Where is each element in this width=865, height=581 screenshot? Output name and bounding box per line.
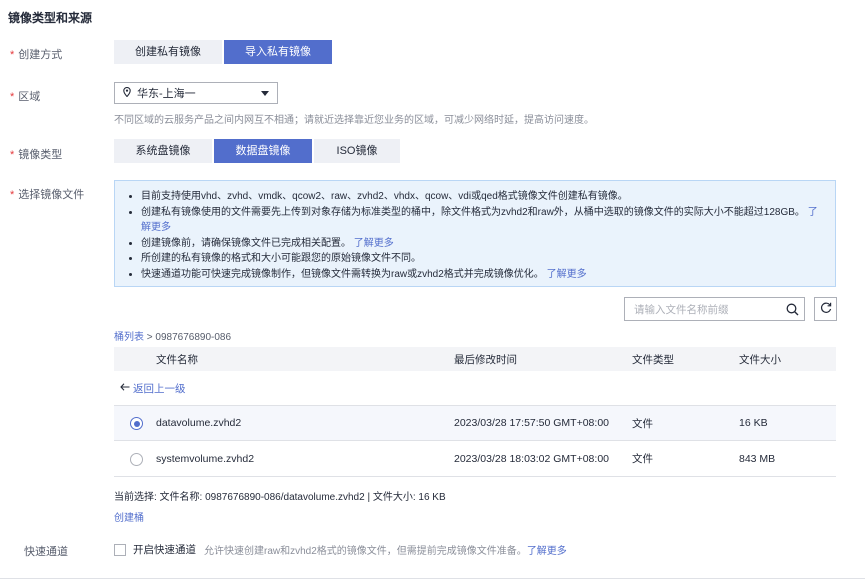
- refresh-icon: [820, 302, 832, 317]
- create-method-segment: 创建私有镜像 导入私有镜像: [114, 40, 334, 64]
- select-file-label: * 选择镜像文件: [10, 186, 84, 202]
- info-item: 所创建的私有镜像的格式和大小可能跟您的原始镜像文件不同。: [141, 251, 821, 267]
- back-link[interactable]: 返回上一级: [120, 381, 186, 396]
- fast-channel-learn-more-link[interactable]: 了解更多: [527, 542, 567, 557]
- back-link-label: 返回上一级: [133, 382, 186, 395]
- arrow-left-icon: [120, 382, 130, 394]
- modified-time-cell: 2023/03/28 17:57:50 GMT+08:00: [454, 417, 609, 429]
- info-item: 创建私有镜像使用的文件需要先上传到对象存储为标准类型的桶中，除文件格式为zvhd…: [141, 205, 821, 236]
- header-file-name: 文件名称: [156, 353, 198, 366]
- region-label-text: 区域: [18, 91, 41, 103]
- file-name: datavolume.zvhd2: [156, 417, 242, 429]
- info-box: 目前支持使用vhd、zvhd、vmdk、qcow2、raw、zvhd2、vhdx…: [114, 180, 836, 287]
- file-name: systemvolume.zvhd2: [156, 452, 255, 465]
- back-row: 返回上一级: [114, 371, 836, 406]
- required-mark: *: [10, 49, 15, 61]
- bottom-divider: [0, 578, 865, 579]
- info-text: 快速通道功能可快速完成镜像制作，但镜像文件需转换为raw或zvhd2格式并完成镜…: [141, 268, 544, 280]
- fast-channel-hint: 允许快速创建raw和zvhd2格式的镜像文件，但需提前完成镜像文件准备。: [204, 546, 527, 557]
- select-file-label-text: 选择镜像文件: [18, 189, 85, 201]
- required-mark: *: [10, 189, 15, 201]
- create-bucket-link[interactable]: 创建桶: [114, 509, 144, 524]
- required-mark: *: [10, 91, 15, 103]
- learn-more-link[interactable]: 了解更多: [354, 238, 394, 249]
- system-disk-image-button[interactable]: 系统盘镜像: [114, 139, 212, 163]
- import-private-image-button[interactable]: 导入私有镜像: [224, 40, 332, 64]
- fast-channel-row: 开启快速通道 允许快速创建raw和zvhd2格式的镜像文件，但需提前完成镜像文件…: [114, 542, 567, 557]
- breadcrumb-current: 0987676890-086: [155, 332, 232, 343]
- info-item: 目前支持使用vhd、zvhd、vmdk、qcow2、raw、zvhd2、vhdx…: [141, 189, 821, 205]
- search-placeholder: 请输入文件名称前缀: [634, 303, 729, 316]
- current-selection: 当前选择: 文件名称: 0987676890-086/datavolume.zv…: [114, 492, 446, 503]
- modified-time-cell: 2023/03/28 18:03:02 GMT+08:00: [454, 452, 609, 465]
- iso-image-button[interactable]: ISO镜像: [314, 139, 400, 163]
- refresh-button[interactable]: [814, 297, 837, 321]
- file-name-cell: systemvolume.zvhd2: [114, 452, 454, 466]
- header-file-size: 文件大小: [739, 353, 781, 366]
- breadcrumb-bucket-list[interactable]: 桶列表: [114, 332, 144, 343]
- image-type-label: * 镜像类型: [10, 146, 62, 162]
- caret-down-icon: [261, 87, 269, 99]
- file-radio-selected[interactable]: [130, 417, 143, 430]
- file-name-cell: datavolume.zvhd2: [114, 417, 454, 430]
- learn-more-link[interactable]: 了解更多: [547, 269, 587, 280]
- table-header: 文件名称 最后修改时间 文件类型 文件大小: [114, 347, 836, 371]
- info-text: 目前支持使用vhd、zvhd、vmdk、qcow2、raw、zvhd2、vhdx…: [141, 191, 628, 202]
- region-value: 华东-上海一: [137, 88, 196, 100]
- file-search-input[interactable]: 请输入文件名称前缀: [624, 297, 805, 321]
- data-disk-image-button[interactable]: 数据盘镜像: [214, 139, 312, 163]
- image-type-label-text: 镜像类型: [18, 149, 63, 161]
- file-radio[interactable]: [130, 452, 143, 466]
- create-private-image-button[interactable]: 创建私有镜像: [114, 40, 222, 64]
- info-text: 创建镜像前，请确保镜像文件已完成相关配置。: [141, 237, 351, 249]
- fast-channel-checkbox-label: 开启快速通道: [133, 544, 196, 556]
- file-size-cell: 16 KB: [739, 417, 768, 429]
- header-modified-time: 最后修改时间: [454, 353, 517, 366]
- info-text: 所创建的私有镜像的格式和大小可能跟您的原始镜像文件不同。: [141, 253, 421, 264]
- region-select[interactable]: 华东-上海一: [114, 82, 278, 104]
- info-item: 快速通道功能可快速完成镜像制作，但镜像文件需转换为raw或zvhd2格式并完成镜…: [141, 267, 821, 283]
- header-file-type: 文件类型: [632, 353, 674, 366]
- breadcrumb-separator: >: [146, 332, 153, 343]
- info-item: 创建镜像前，请确保镜像文件已完成相关配置。 了解更多: [141, 236, 821, 252]
- create-method-label-text: 创建方式: [18, 49, 63, 61]
- fast-channel-label: 快速通道: [24, 546, 68, 558]
- file-type-cell: 文件: [632, 417, 653, 430]
- region-label: * 区域: [10, 88, 40, 104]
- info-text: 创建私有镜像使用的文件需要先上传到对象存储为标准类型的桶中，除文件格式为zvhd…: [141, 206, 805, 218]
- file-table: 文件名称 最后修改时间 文件类型 文件大小 返回上一级 datavolume.z…: [114, 347, 836, 477]
- fast-channel-checkbox[interactable]: [114, 543, 126, 556]
- required-mark: *: [10, 149, 15, 161]
- table-row[interactable]: systemvolume.zvhd2 2023/03/28 18:03:02 G…: [114, 441, 836, 477]
- create-method-label: * 创建方式: [10, 46, 62, 62]
- image-type-segment: 系统盘镜像 数据盘镜像 ISO镜像: [114, 139, 402, 163]
- file-size-cell: 843 MB: [739, 452, 776, 465]
- location-pin-icon: [123, 86, 131, 100]
- section-title: 镜像类型和来源: [8, 11, 93, 25]
- table-row[interactable]: datavolume.zvhd2 2023/03/28 17:57:50 GMT…: [114, 406, 836, 441]
- breadcrumb: 桶列表 > 0987676890-086: [114, 328, 231, 343]
- file-type-cell: 文件: [632, 453, 653, 465]
- region-hint: 不同区域的云服务产品之间内网互不相通；请就近选择靠近您业务的区域，可减少网络时延…: [114, 115, 594, 126]
- search-icon[interactable]: [780, 303, 804, 316]
